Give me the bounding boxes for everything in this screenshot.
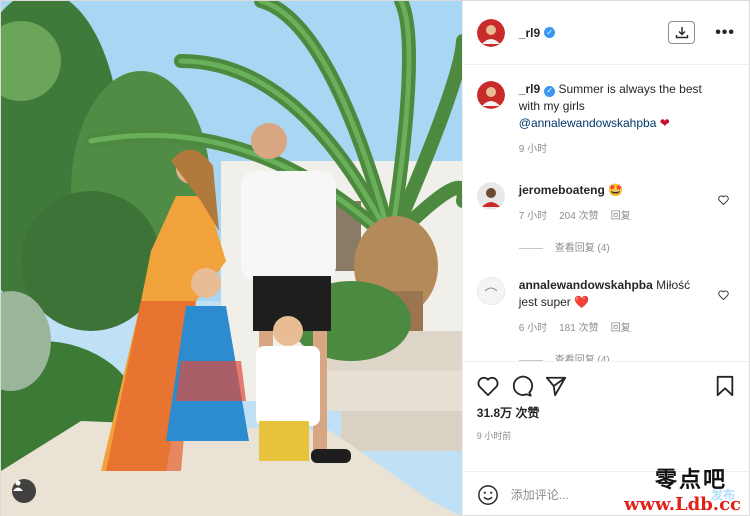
avatar[interactable]: [476, 81, 505, 109]
download-icon: [675, 27, 688, 39]
replies-divider: [518, 248, 543, 249]
user-tag-glyph: [13, 480, 23, 491]
share-icon: [545, 376, 566, 397]
post-actions: 31.8万 次赞 9 小时前: [462, 361, 749, 471]
reply-button[interactable]: 回复: [611, 320, 631, 337]
comment-icon: [512, 375, 533, 397]
verified-icon: ✓: [544, 85, 556, 97]
post-time: 9 小时前: [476, 431, 512, 441]
save-button[interactable]: [715, 375, 735, 397]
comment-like-icon[interactable]: [718, 289, 729, 303]
avatar-image: [476, 182, 505, 210]
verified-icon: ✓: [544, 27, 556, 38]
avatar[interactable]: [476, 277, 505, 305]
view-replies-button[interactable]: 查看回复 (4): [518, 352, 711, 361]
watermark-url: www.Ldb.cc: [624, 494, 741, 515]
watermark-title: 零点吧: [654, 467, 727, 493]
replies-divider: [518, 360, 543, 361]
comments-list: _rl9 ✓ Summer is always the best with my …: [463, 65, 749, 361]
user-tag-icon[interactable]: [12, 479, 36, 503]
comment-body: annalewandowskahpba Miłość jest super ❤️…: [518, 277, 735, 361]
reply-button[interactable]: 回复: [611, 208, 631, 225]
share-button[interactable]: [545, 375, 567, 397]
comment-body: jeromeboateng 🤩 7 小时 204 次赞 回复 查看回复 (4): [518, 182, 735, 257]
caption-username[interactable]: _rl9: [519, 82, 540, 96]
avatar-image: [476, 277, 505, 305]
comment-like-icon[interactable]: [718, 194, 729, 208]
comment-item: annalewandowskahpba Miłość jest super ❤️…: [476, 277, 735, 361]
post-username[interactable]: _rl9 ✓: [519, 26, 556, 40]
bookmark-icon: [716, 375, 734, 397]
avatar-image: [476, 18, 505, 47]
comment-item: jeromeboateng 🤩 7 小时 204 次赞 回复 查看回复 (4): [476, 182, 735, 257]
emoji-icon[interactable]: [477, 484, 499, 506]
comment-time: 6 小时: [518, 323, 548, 334]
likes-count[interactable]: 31.8万 次赞: [477, 404, 735, 421]
avatar[interactable]: [476, 182, 505, 210]
comment-meta: 7 小时 204 次赞 回复: [519, 208, 711, 225]
like-button[interactable]: [477, 376, 499, 396]
caption-meta: 9 小时: [519, 141, 711, 158]
comment-meta: 6 小时 181 次赞 回复: [519, 320, 711, 337]
caption-body: _rl9 ✓ Summer is always the best with my …: [519, 81, 735, 158]
comment-username[interactable]: annalewandowskahpba: [519, 278, 653, 292]
action-icons: [477, 372, 735, 400]
post-header: _rl9 ✓ •••: [462, 1, 749, 65]
comment-time: 7 小时: [518, 211, 548, 222]
view-replies-label[interactable]: 查看回复 (4): [555, 240, 610, 257]
comment-username[interactable]: jeromeboateng: [519, 183, 605, 197]
post-container: _rl9 ✓ ••• _rl9 ✓ Summer is always the b…: [0, 0, 750, 516]
heart-emoji: ❤: [659, 116, 670, 130]
caption-time: 9 小时: [518, 144, 548, 155]
heart-icon: [718, 290, 729, 301]
more-options-button[interactable]: •••: [715, 24, 735, 42]
post-side-panel: _rl9 ✓ ••• _rl9 ✓ Summer is always the b…: [461, 1, 749, 516]
post-photo[interactable]: [1, 1, 462, 516]
view-replies-label[interactable]: 查看回复 (4): [555, 352, 610, 361]
comment-likes[interactable]: 204 次赞: [559, 208, 598, 225]
caption: _rl9 ✓ Summer is always the best with my …: [476, 81, 735, 158]
avatar-image: [476, 81, 505, 109]
comment-button[interactable]: [511, 375, 533, 397]
download-button[interactable]: [668, 21, 696, 44]
post-username-text[interactable]: _rl9: [519, 26, 540, 40]
photo-illustration: [1, 1, 462, 516]
view-replies-button[interactable]: 查看回复 (4): [518, 240, 711, 257]
comment-likes[interactable]: 181 次赞: [559, 320, 598, 337]
heart-icon: [718, 195, 729, 206]
avatar[interactable]: [476, 18, 505, 47]
watermark: 零点吧 www.Ldb.cc: [624, 462, 741, 515]
caption-mention[interactable]: @annalewandowskahpba: [519, 116, 657, 130]
heart-icon: [477, 376, 499, 396]
comment-text: 🤩: [604, 183, 624, 197]
